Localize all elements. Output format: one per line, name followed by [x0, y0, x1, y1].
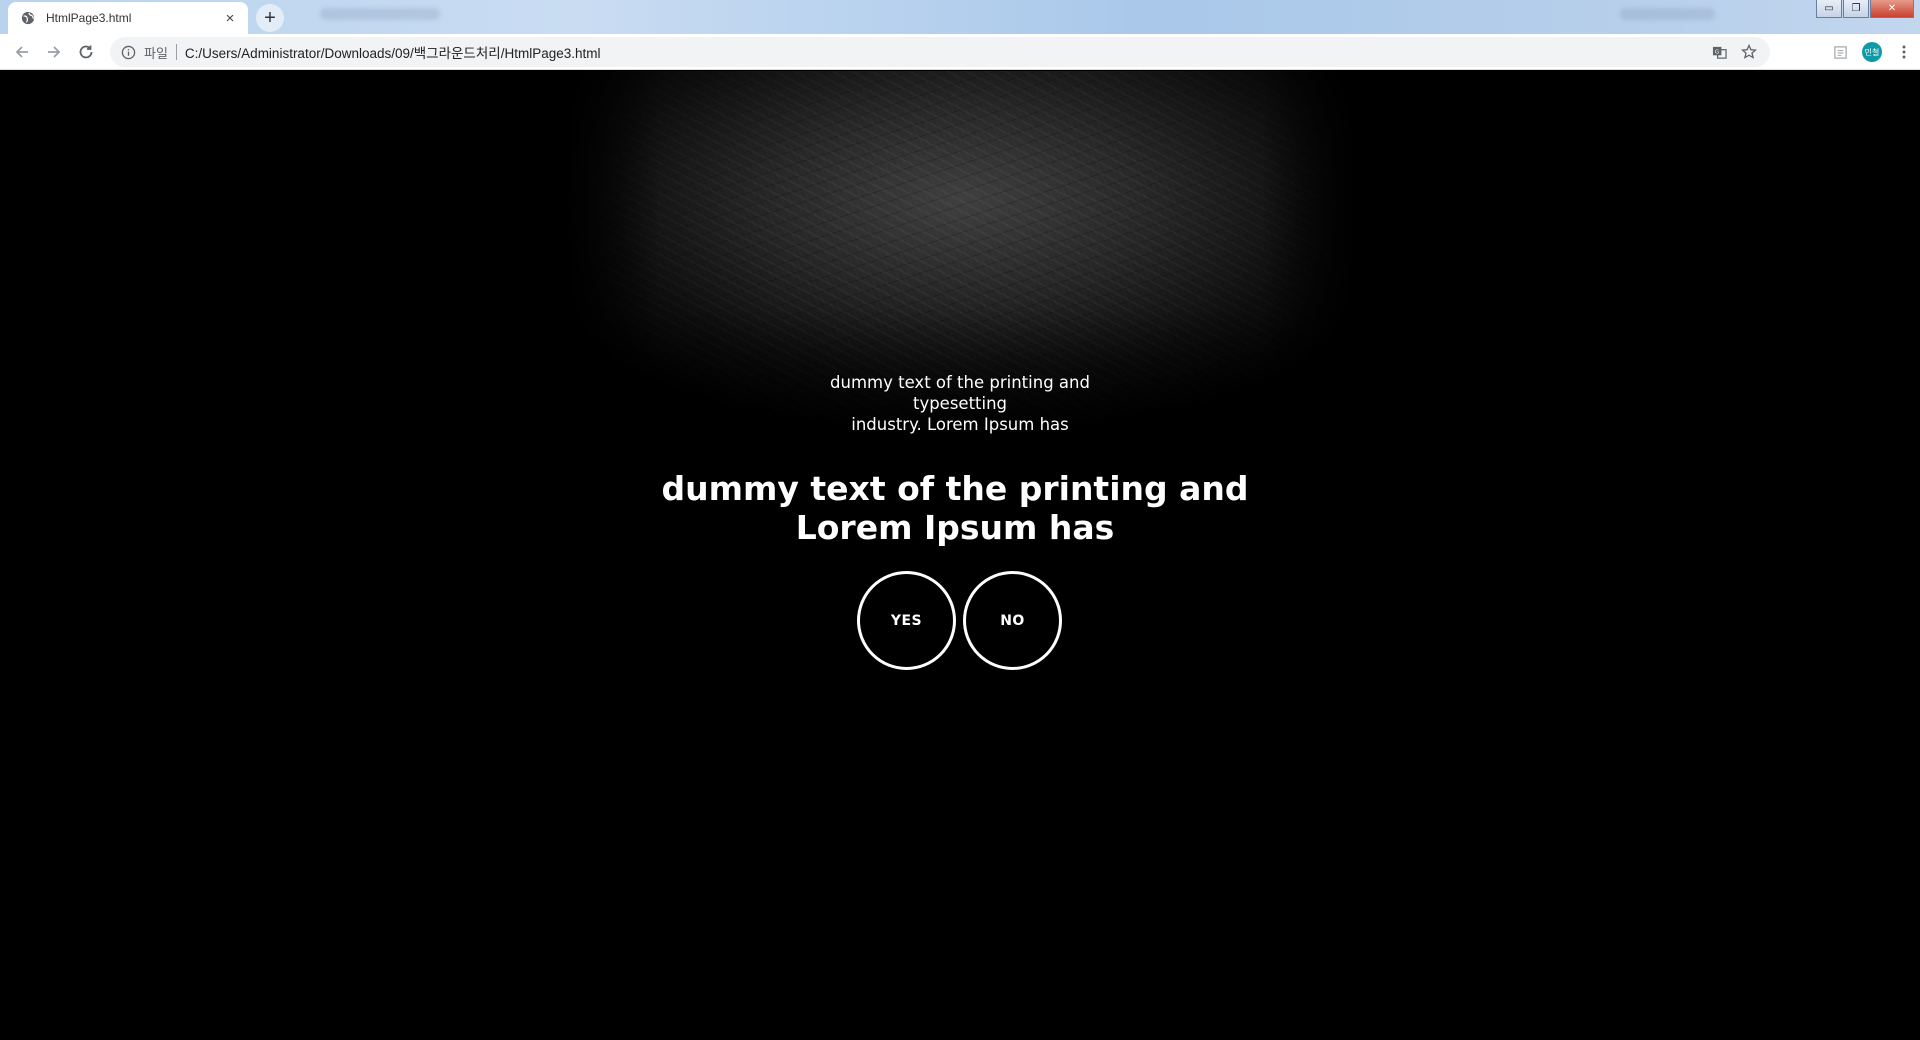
browser-toolbar: 파일 C:/Users/Administrator/Downloads/09/백… — [0, 34, 1920, 70]
yes-button[interactable]: YES — [857, 571, 956, 670]
close-window-button[interactable]: ✕ — [1870, 0, 1914, 18]
tab-close-icon[interactable]: × — [222, 10, 238, 27]
intro-text-line: industry. Lorem Ipsum has — [851, 415, 1069, 434]
minimize-button[interactable]: ▭ — [1816, 0, 1842, 18]
arrow-left-icon — [15, 45, 28, 58]
url-text[interactable]: C:/Users/Administrator/Downloads/09/백그라운… — [185, 42, 601, 62]
forward-button[interactable] — [38, 36, 70, 68]
intro-text-line: dummy text of the printing and — [830, 373, 1090, 392]
maximize-button[interactable]: ❐ — [1843, 0, 1869, 18]
info-icon[interactable] — [118, 42, 138, 62]
blurred-background-text — [320, 8, 440, 20]
address-bar[interactable]: 파일 C:/Users/Administrator/Downloads/09/백… — [110, 37, 1770, 67]
new-tab-button[interactable]: + — [256, 4, 284, 32]
tab-strip: HtmlPage3.html × + ▭ ❐ ✕ — [0, 0, 1920, 34]
scheme-label: 파일 — [144, 45, 168, 61]
menu-kebab-icon[interactable] — [1888, 36, 1920, 68]
intro-text: dummy text of the printing and typesetti… — [760, 372, 1160, 435]
intro-text-line: typesetting — [912, 394, 1008, 413]
window-controls: ▭ ❐ ✕ — [1815, 0, 1914, 18]
bookmark-star-icon[interactable] — [1734, 37, 1764, 67]
page-viewport: dummy text of the printing and typesetti… — [0, 71, 1920, 1040]
no-button[interactable]: NO — [963, 571, 1062, 670]
arrow-right-icon — [48, 45, 61, 58]
tab-title: HtmlPage3.html — [46, 11, 132, 25]
reload-icon — [79, 45, 93, 58]
globe-icon — [20, 10, 36, 26]
headline-line: Lorem Ipsum has — [795, 508, 1115, 547]
avatar: 민철 — [1862, 42, 1882, 62]
svg-text:G: G — [1714, 49, 1718, 55]
headline-line: dummy text of the printing and — [661, 469, 1249, 508]
back-button[interactable] — [6, 36, 38, 68]
extension-icon[interactable] — [1824, 36, 1856, 68]
page-headline: dummy text of the printing and Lorem Ips… — [560, 469, 1350, 547]
browser-tab[interactable]: HtmlPage3.html × — [8, 2, 248, 34]
answer-buttons: YES NO — [857, 571, 1062, 670]
stone-background-image — [565, 71, 1357, 501]
translate-icon[interactable]: G — [1704, 37, 1734, 67]
divider — [175, 44, 177, 60]
profile-avatar[interactable]: 민철 — [1856, 36, 1888, 68]
reload-button[interactable] — [70, 36, 102, 68]
blurred-background-text — [1620, 8, 1715, 20]
